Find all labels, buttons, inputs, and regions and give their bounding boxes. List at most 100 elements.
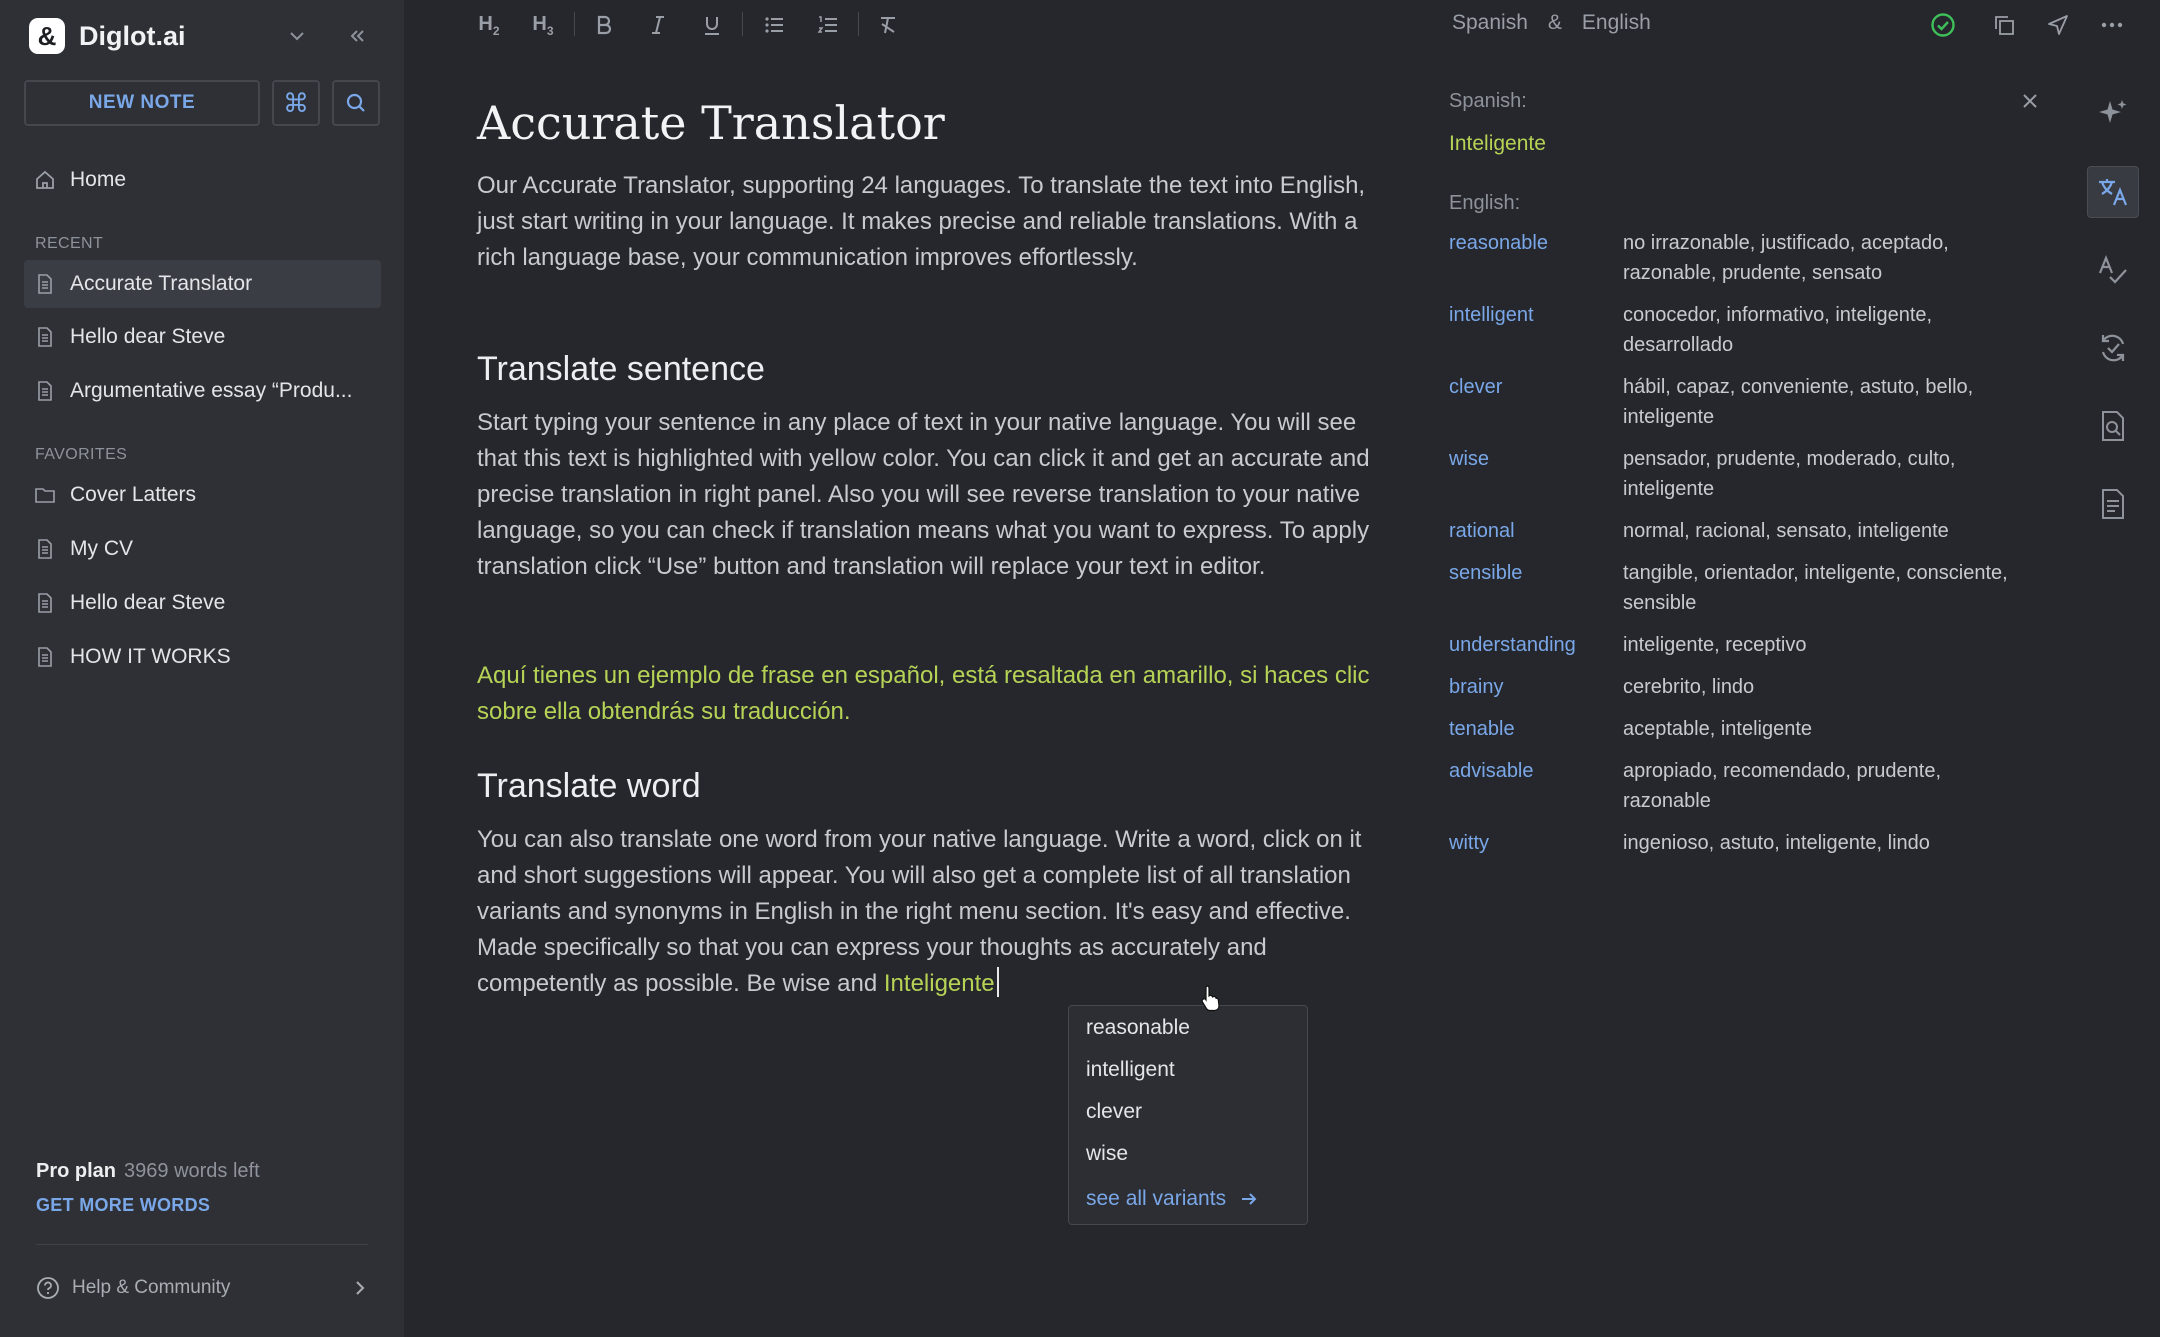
synonym-word[interactable]: wise <box>1449 444 1623 504</box>
suggestion-item[interactable]: intelligent <box>1086 1058 1175 1082</box>
sidebar-item-label: Accurate Translator <box>70 272 253 295</box>
sidebar-item-home[interactable]: Home <box>24 156 381 204</box>
synonym-word[interactable]: clever <box>1449 372 1623 432</box>
synonym-word[interactable]: rational <box>1449 516 1623 546</box>
translate-word-paragraph[interactable]: You can also translate one word from you… <box>477 822 1382 1002</box>
synonym-row[interactable]: intelligent conocedor, informativo, intel… <box>1449 300 2029 360</box>
sidebar-item-label: Hello dear Steve <box>70 591 226 614</box>
translate-sentence-paragraph[interactable]: Start typing your sentence in any place … <box>477 405 1382 585</box>
underline-button[interactable] <box>697 10 727 40</box>
section-heading-translate-sentence[interactable]: Translate sentence <box>477 350 765 389</box>
synonym-word[interactable]: reasonable <box>1449 228 1623 288</box>
synonym-row[interactable]: advisable apropiado, recomendado, prudent… <box>1449 756 2029 816</box>
sidebar-item-label: HOW IT WORKS <box>70 645 231 668</box>
suggestion-item[interactable]: clever <box>1086 1100 1142 1124</box>
synonym-translations: no irrazonable, justificado, aceptado, r… <box>1623 232 1949 284</box>
heading-3-button[interactable]: H3 <box>528 10 558 40</box>
paraphrase-button[interactable] <box>2087 322 2139 374</box>
heading-3-icon: H3 <box>532 12 554 38</box>
target-language[interactable]: English <box>1582 11 1651 35</box>
collapse-sidebar-icon[interactable] <box>340 19 374 53</box>
underline-icon <box>705 17 719 35</box>
heading-2-button[interactable]: H2 <box>474 10 504 40</box>
italic-button[interactable] <box>643 10 673 40</box>
synonym-row[interactable]: brainy cerebrito, lindo <box>1449 672 2029 702</box>
see-all-variants-link[interactable]: see all variants <box>1086 1187 1258 1211</box>
synonym-word[interactable]: tenable <box>1449 714 1623 744</box>
suggestion-item[interactable]: wise <box>1086 1142 1128 1166</box>
clear-format-button[interactable] <box>873 10 903 40</box>
suggestion-dropdown: reasonable intelligent clever wise see a… <box>1068 1005 1308 1225</box>
summary-button[interactable] <box>2087 478 2139 530</box>
more-options-button[interactable] <box>2097 10 2127 40</box>
sidebar-item-label: Home <box>70 168 127 191</box>
synonym-row[interactable]: clever hábil, capaz, conveniente, astuto,… <box>1449 372 2029 432</box>
sidebar-item-how-it-works[interactable]: HOW IT WORKS <box>24 633 381 681</box>
search-button[interactable] <box>332 80 380 126</box>
sidebar-item-hello-dear-steve-fav[interactable]: Hello dear Steve <box>24 579 381 627</box>
more-horizontal-icon <box>2101 22 2123 28</box>
synonym-row[interactable]: understanding inteligente, receptivo <box>1449 630 2029 660</box>
synonym-translations: aceptable, inteligente <box>1623 718 1813 740</box>
language-pair[interactable]: Spanish & English <box>1452 11 1651 35</box>
plagiarism-check-button[interactable] <box>2087 400 2139 452</box>
document-icon <box>38 381 52 401</box>
synonym-word[interactable]: intelligent <box>1449 300 1623 360</box>
help-community-link[interactable]: Help & Community <box>36 1276 230 1300</box>
section-heading-translate-word[interactable]: Translate word <box>477 767 701 806</box>
document-icon <box>38 327 52 347</box>
toolbar-separator <box>574 12 575 36</box>
synonym-word[interactable]: witty <box>1449 828 1623 858</box>
sidebar-item-cover-latters[interactable]: Cover Latters <box>24 471 381 519</box>
favorites-section-header: FAVORITES <box>35 446 128 463</box>
grammar-check-button[interactable] <box>2087 244 2139 296</box>
numbered-list-button[interactable] <box>813 10 843 40</box>
bold-button[interactable] <box>589 10 619 40</box>
bulleted-list-button[interactable] <box>759 10 789 40</box>
duplicate-button[interactable] <box>1989 10 2019 40</box>
document-title[interactable]: Accurate Translator <box>477 96 945 150</box>
clear-format-icon <box>881 17 895 34</box>
close-icon[interactable] <box>2019 90 2041 112</box>
chevron-right-icon[interactable] <box>352 1279 368 1297</box>
document-icon <box>38 539 52 559</box>
sidebar-item-accurate-translator[interactable]: Accurate Translator <box>24 260 381 308</box>
source-language[interactable]: Spanish <box>1452 11 1528 35</box>
synonym-translations: tangible, orientador, inteligente, consc… <box>1623 562 2008 614</box>
synonym-translations: normal, racional, sensato, inteligente <box>1623 520 1949 542</box>
brand[interactable]: & Diglot.ai <box>29 18 186 54</box>
sidebar-item-my-cv[interactable]: My CV <box>24 525 381 573</box>
synonym-word[interactable]: advisable <box>1449 756 1623 816</box>
suggestion-item[interactable]: reasonable <box>1086 1016 1190 1040</box>
share-button[interactable] <box>2043 10 2073 40</box>
synonym-row[interactable]: sensible tangible, orientador, inteligent… <box>1449 558 2029 618</box>
synonym-row[interactable]: wise pensador, prudente, moderado, culto,… <box>1449 444 2029 504</box>
synonym-translations: apropiado, recomendado, prudente, razona… <box>1623 760 1942 812</box>
intro-paragraph[interactable]: Our Accurate Translator, supporting 24 l… <box>477 168 1382 276</box>
plan-name: Pro plan <box>36 1160 117 1182</box>
document-icon <box>38 647 52 667</box>
synonym-row[interactable]: witty ingenioso, astuto, inteligente, lin… <box>1449 828 2029 858</box>
workspace-chevron-down-icon[interactable] <box>280 19 314 53</box>
sidebar-item-hello-dear-steve[interactable]: Hello dear Steve <box>24 313 381 361</box>
command-button[interactable]: ⌘ <box>272 80 320 126</box>
highlighted-spanish-sentence[interactable]: Aquí tienes un ejemplo de frase en españ… <box>477 658 1382 730</box>
get-more-words-link[interactable]: GET MORE WORDS <box>36 1195 210 1216</box>
synonym-word[interactable]: sensible <box>1449 558 1623 618</box>
synonym-row[interactable]: tenable aceptable, inteligente <box>1449 714 2029 744</box>
sidebar-item-label: Argumentative essay “Produ... <box>70 379 353 402</box>
sidebar-divider <box>36 1244 368 1245</box>
sidebar-item-label: My CV <box>70 537 133 560</box>
translate-button[interactable] <box>2087 166 2139 218</box>
sparkle-icon <box>2099 100 2127 123</box>
new-note-button[interactable]: NEW NOTE <box>24 80 260 126</box>
document-text-icon <box>2102 489 2124 519</box>
synonym-word[interactable]: understanding <box>1449 630 1623 660</box>
sidebar-item-label: Hello dear Steve <box>70 325 226 348</box>
ai-assistant-button[interactable] <box>2087 88 2139 140</box>
sidebar-item-argumentative-essay[interactable]: Argumentative essay “Produ... <box>24 367 381 415</box>
synonym-row[interactable]: rational normal, racional, sensato, intel… <box>1449 516 2029 546</box>
synonym-row[interactable]: reasonable no irrazonable, justificado, a… <box>1449 228 2029 288</box>
synonym-word[interactable]: brainy <box>1449 672 1623 702</box>
highlighted-word[interactable]: Inteligente <box>884 970 995 997</box>
